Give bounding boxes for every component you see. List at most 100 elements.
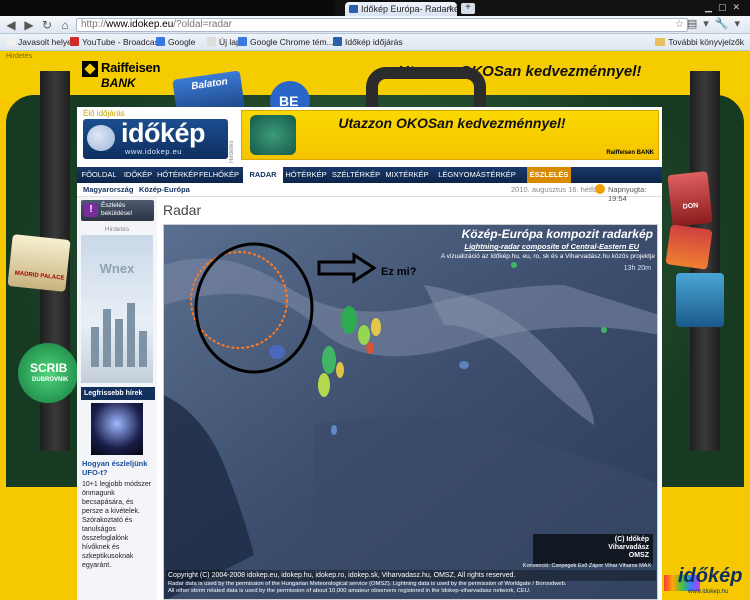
nav-item-4[interactable]: RADAR bbox=[243, 167, 283, 183]
nav-item-9[interactable]: ÉSZLELÉS bbox=[527, 167, 571, 183]
radar-legend: Konvenció: Csepegek Eső Zápor Vihar Viha… bbox=[522, 563, 651, 569]
nav-item-8[interactable]: LÉGNYOMÁSTÉRKÉP bbox=[433, 167, 521, 183]
sticker-scrib: SCRIB DUBROVNIK bbox=[18, 343, 78, 403]
nav-item-3[interactable]: FELHŐKÉP bbox=[197, 167, 241, 183]
sticker-madrid-palace: MADRID PALACE bbox=[7, 234, 71, 292]
nav-item-7[interactable]: MIXTÉRKÉP bbox=[383, 167, 431, 183]
bookmark-star-icon[interactable]: ☆ bbox=[675, 19, 684, 31]
footer-logo-url: www.idokep.hu bbox=[688, 589, 729, 595]
bookmark-item[interactable]: Időkép időjárás bbox=[333, 37, 403, 47]
browser-toolbar: ◀ ▶ ↻ ⌂ http://www.idokep.eu/?oldal=rada… bbox=[0, 16, 750, 34]
bank-name-2: BANK bbox=[101, 76, 136, 90]
home-icon[interactable]: ⌂ bbox=[58, 18, 72, 32]
sidebar-ad-label: Hirdetés bbox=[104, 226, 130, 233]
bank-name-1: Raiffeisen bbox=[101, 60, 161, 75]
building-shape bbox=[103, 309, 111, 367]
bookmark-label: Google bbox=[168, 37, 196, 47]
idokep-logo[interactable]: időkép www.idokep.eu bbox=[83, 119, 228, 159]
bookmark-label: YouTube - Broadcas... bbox=[82, 37, 166, 47]
page-title: Radar bbox=[163, 202, 202, 218]
live-weather-label[interactable]: Élő időjárás bbox=[83, 109, 125, 118]
radar-brand-2: Viharvadász bbox=[608, 544, 649, 551]
radar-copyright: Copyright (C) 2004-2008 idokep.eu, idoke… bbox=[166, 570, 656, 581]
suitcase-handle bbox=[366, 67, 486, 107]
radar-note: A vizualizáció az Időkép.hu, eu, ro, sk … bbox=[440, 253, 655, 260]
crumb-magyarorszag[interactable]: Magyarország bbox=[83, 185, 133, 194]
header-banner-ad[interactable]: Utazzon OKOSan kedvezménnyel! Raiffeisen… bbox=[241, 110, 659, 160]
site-header: Élő időjárás időkép www.idokep.eu Hirdet… bbox=[77, 107, 662, 167]
radar-fineprint-2: All other storm related data is used by … bbox=[168, 588, 531, 594]
news-title-link[interactable]: Hogyan észleljünk UFO-t? bbox=[82, 459, 154, 477]
latest-news-header[interactable]: Legfrissebb hírek bbox=[81, 387, 155, 400]
url-path: /?oldal=radar bbox=[173, 19, 232, 30]
suitcase-icon bbox=[250, 115, 296, 155]
address-bar[interactable]: http://www.idokep.eu/?oldal=radar ☆ bbox=[76, 18, 688, 32]
idokep-favicon-icon bbox=[349, 5, 358, 13]
browser-tabstrip: Időkép Európa- Radarkép × + ▁▢✕ bbox=[0, 0, 750, 16]
sticker-text: MADRID PALACE bbox=[14, 270, 65, 282]
sticker-right-1: DON bbox=[667, 171, 713, 227]
current-date: 2010. augusztus 16. hétfő bbox=[511, 185, 598, 194]
news-body: 10+1 legjobb módszer önmagunk becsapásár… bbox=[82, 481, 152, 569]
bookmark-favicon-icon bbox=[238, 37, 247, 46]
bookmark-label: Google Chrome tém... bbox=[250, 37, 334, 47]
raiffeisen-mark-icon bbox=[82, 61, 98, 77]
radar-time: 13h 20m bbox=[623, 265, 651, 272]
bookmarks-bar: Javasolt helyek YouTube - Broadcas... Goog… bbox=[0, 34, 750, 51]
radar-map-image[interactable]: Közép-Európa kompozit radarkép Lightning… bbox=[163, 224, 658, 600]
sticker-text: Balaton bbox=[190, 76, 229, 93]
footer-idokep-logo[interactable]: időkép www.idokep.hu bbox=[664, 565, 748, 598]
building-shape bbox=[91, 327, 99, 367]
exclamation-icon: ! bbox=[84, 203, 98, 217]
banner-brand: Raiffeisen BANK bbox=[606, 150, 654, 156]
bookmark-item[interactable]: Új lap bbox=[207, 37, 241, 47]
folder-icon bbox=[655, 38, 666, 46]
bookmark-favicon-icon bbox=[333, 37, 342, 46]
bookmark-favicon-icon bbox=[156, 37, 165, 46]
sticker-text: DUBROVNIK bbox=[32, 377, 69, 383]
sub-bar: Magyarország Közép-Európa 2010. augusztu… bbox=[77, 183, 662, 203]
building-shape bbox=[139, 331, 147, 367]
submit-observation-label: Észlelés beküldése! bbox=[101, 202, 133, 217]
new-tab-button[interactable]: + bbox=[461, 3, 475, 14]
footer-logo-name: időkép bbox=[678, 565, 743, 587]
nav-item-2[interactable]: HŐTÉRKÉP bbox=[157, 167, 198, 183]
reload-icon[interactable]: ↻ bbox=[40, 18, 54, 32]
submit-observation-button[interactable]: ! Észlelés beküldése! bbox=[81, 200, 154, 221]
bookmark-favicon-icon bbox=[70, 37, 79, 46]
crumb-kozep-europa[interactable]: Közép-Európa bbox=[139, 185, 190, 194]
back-icon[interactable]: ◀ bbox=[4, 18, 18, 32]
ad-label-vertical: Hirdetés bbox=[229, 140, 235, 163]
sticker-right-2 bbox=[665, 224, 713, 270]
ufo-news-thumbnail[interactable] bbox=[91, 403, 143, 455]
raiffeisen-logo[interactable]: Raiffeisen BANK bbox=[82, 59, 182, 95]
bookmark-item[interactable]: YouTube - Broadcas... bbox=[70, 37, 166, 47]
other-bookmarks-label: További könyvjelzők bbox=[668, 37, 744, 47]
building-shape bbox=[127, 303, 135, 367]
forward-icon[interactable]: ▶ bbox=[22, 18, 36, 32]
tab-title: Időkép Európa- Radarkép bbox=[361, 4, 457, 14]
radar-title: Közép-Európa kompozit radarkép bbox=[461, 227, 653, 241]
bookmark-label: Időkép időjárás bbox=[345, 37, 403, 47]
main-nav: FŐOLDAL IDŐKÉP HŐTÉRKÉP FELHŐKÉP RADAR HÓTÉRK… bbox=[77, 167, 662, 183]
radar-brand-3: OMSZ bbox=[628, 552, 649, 559]
nav-item-1[interactable]: IDŐKÉP bbox=[123, 167, 153, 183]
page-background: Hirdetés Raiffeisen BANK Utazzon OKOSan … bbox=[0, 51, 750, 600]
bookmark-item[interactable]: Javasolt helyek bbox=[6, 37, 76, 47]
bookmark-favicon-icon bbox=[207, 37, 216, 46]
sticker-right-3 bbox=[676, 273, 724, 327]
bookmark-item[interactable]: Google Chrome tém... bbox=[238, 37, 334, 47]
nav-item-6[interactable]: SZÉLTÉRKÉP bbox=[331, 167, 381, 183]
page-and-tools-menu-icons[interactable]: ▤▾🔧▾ bbox=[687, 17, 746, 30]
left-sidebar: ! Észlelés beküldése! Hirdetés Wnex Legf… bbox=[77, 197, 157, 600]
wnex-ad-image[interactable]: Wnex bbox=[81, 235, 153, 383]
bookmark-label: Javasolt helyek bbox=[18, 37, 77, 47]
browser-tab-active[interactable]: Időkép Európa- Radarkép × bbox=[345, 2, 457, 16]
nav-item-0[interactable]: FŐOLDAL bbox=[77, 167, 121, 183]
other-bookmarks-button[interactable]: További könyvjelzők bbox=[655, 37, 744, 47]
window-controls[interactable]: ▁▢✕ bbox=[705, 2, 746, 13]
close-tab-icon[interactable]: × bbox=[448, 3, 453, 13]
bookmark-item[interactable]: Google bbox=[156, 37, 195, 47]
nav-item-5[interactable]: HÓTÉRKÉP bbox=[285, 167, 327, 183]
wnex-ad-brand: Wnex bbox=[99, 261, 135, 276]
